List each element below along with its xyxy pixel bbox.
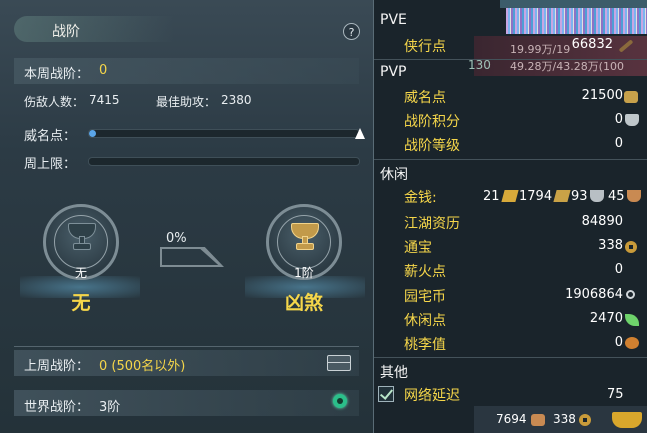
- weekly-rank-value: 0: [99, 63, 108, 78]
- leisure-row-0: 江湖资历 84890: [374, 211, 647, 233]
- leisure-value: 0: [614, 335, 623, 350]
- leisure-value: 1906864: [565, 287, 623, 302]
- prestige-label: 威名点：: [24, 129, 77, 144]
- silver-icon: [590, 190, 604, 202]
- pvp-row-2: 战阶等级 0: [374, 133, 647, 155]
- leisure-row-4: 休闲点 2470: [374, 308, 647, 330]
- rank-progress-percent: 0%: [166, 231, 187, 246]
- gold-trophy-icon: [291, 223, 319, 253]
- money-gold-value: 21: [483, 189, 500, 204]
- weekly-cap-label: 周上限：: [24, 157, 77, 172]
- status-bars: [506, 8, 647, 34]
- pvp-value: 21500: [581, 88, 623, 103]
- leisure-label: 通宝: [404, 240, 432, 256]
- pvp-value: 0: [614, 112, 623, 127]
- divider: [14, 346, 359, 347]
- next-rank-name: 凶煞: [284, 292, 323, 314]
- money-copper-value: 45: [608, 189, 625, 204]
- other-header: 其他: [380, 365, 408, 381]
- leisure-value: 338: [598, 238, 623, 253]
- battle-rank-panel: 战阶 ? 本周战阶： 0 伤敌人数： 7415 最佳助攻： 2380 威名点： …: [0, 0, 374, 433]
- coin-icon: [625, 241, 637, 253]
- coin-icon: [579, 414, 591, 426]
- current-rank-name: 无: [71, 292, 91, 314]
- leisure-value: 2470: [589, 311, 623, 326]
- leisure-header: 休闲: [380, 167, 408, 183]
- gray-trophy-icon: [68, 223, 96, 253]
- best-assist-label: 最佳助攻：: [156, 95, 217, 109]
- pve-header: PVE: [380, 12, 407, 28]
- leisure-label: 园宅币: [404, 289, 446, 305]
- pve-row-0: 侠行点 66832: [374, 34, 647, 56]
- gold-ingot-button-icon[interactable]: [612, 412, 642, 428]
- mask-icon: [624, 91, 638, 103]
- currency-a-icon: [531, 414, 545, 426]
- pvp-label: 威名点: [404, 90, 446, 106]
- pve-value: 66832: [571, 37, 613, 52]
- gourd-icon: [625, 337, 639, 349]
- last-week-value: 0 (500名以外): [99, 359, 186, 374]
- copper-icon: [627, 190, 641, 202]
- weekly-cap-progress-bar: [88, 157, 360, 166]
- leisure-row-1: 通宝 338: [374, 235, 647, 257]
- divider: [374, 357, 647, 358]
- pvp-label: 战阶积分: [404, 114, 460, 130]
- chest-icon[interactable]: [327, 355, 351, 371]
- leaf-icon: [625, 314, 639, 326]
- latency-checkbox[interactable]: [378, 386, 394, 402]
- trophy-icon: [625, 114, 639, 126]
- leisure-row-3: 园宅币 1906864: [374, 284, 647, 306]
- leisure-label: 桃李值: [404, 337, 446, 353]
- prestige-marker-icon: [355, 128, 365, 139]
- kills-value: 7415: [89, 93, 120, 107]
- leisure-row-2: 薪火点 0: [374, 259, 647, 281]
- best-assist-value: 2380: [221, 93, 252, 107]
- leisure-value: 84890: [581, 214, 623, 229]
- leisure-row-5: 桃李值 0: [374, 332, 647, 354]
- attributes-panel: 19.99万/19 49.28万/43.28万(100 130 PVE 侠行点 …: [374, 0, 647, 433]
- pvp-row-1: 战阶积分 0: [374, 109, 647, 131]
- title-background: [14, 16, 174, 42]
- prestige-progress-fill: [89, 130, 96, 137]
- current-rank-medal-label: 无: [74, 266, 87, 280]
- divider: [374, 59, 647, 60]
- money-silver-ingot-value: 1794: [519, 189, 553, 204]
- latency-value: 75: [607, 387, 624, 402]
- prestige-progress-bar: [88, 129, 360, 138]
- sword-icon: [618, 39, 634, 53]
- leisure-value: 0: [614, 262, 623, 277]
- panel-header: 战阶: [0, 12, 373, 48]
- leisure-label: 江湖资历: [404, 216, 460, 232]
- money-silver-value: 93: [571, 189, 588, 204]
- world-rank-label: 世界战阶：: [24, 400, 90, 415]
- location-pin-icon[interactable]: [333, 394, 347, 408]
- next-rank-medal-label: 1阶: [294, 266, 314, 280]
- level-text: 130: [468, 58, 491, 72]
- panel-title: 战阶: [52, 24, 80, 40]
- money-label: 金钱:: [404, 190, 437, 206]
- leisure-label: 薪火点: [404, 264, 446, 280]
- money-row: 金钱: 21 1794 93 45: [374, 185, 647, 207]
- pvp-header: PVP: [380, 64, 407, 80]
- last-week-label: 上周战阶：: [24, 359, 90, 374]
- weekly-rank-label: 本周战阶：: [24, 67, 90, 82]
- latency-label: 网络延迟: [404, 388, 460, 404]
- help-button[interactable]: ?: [343, 23, 360, 40]
- divider: [374, 159, 647, 160]
- pvp-label: 战阶等级: [404, 138, 460, 154]
- pvp-row-0: 威名点 21500: [374, 85, 647, 107]
- pvp-value: 0: [614, 136, 623, 151]
- silver-ingot-icon: [553, 190, 571, 202]
- hp-text-2: 49.28万/43.28万(100: [510, 60, 624, 73]
- gold-ingot-icon: [501, 190, 519, 202]
- kills-label: 伤敌人数：: [24, 95, 85, 109]
- world-rank-value: 3阶: [99, 400, 121, 415]
- currency-b-value: 338: [553, 412, 576, 426]
- hook-icon: [626, 290, 635, 299]
- currency-a-value: 7694: [496, 412, 527, 426]
- pve-label: 侠行点: [404, 39, 446, 55]
- top-strip: [500, 0, 647, 8]
- leisure-label: 休闲点: [404, 313, 446, 329]
